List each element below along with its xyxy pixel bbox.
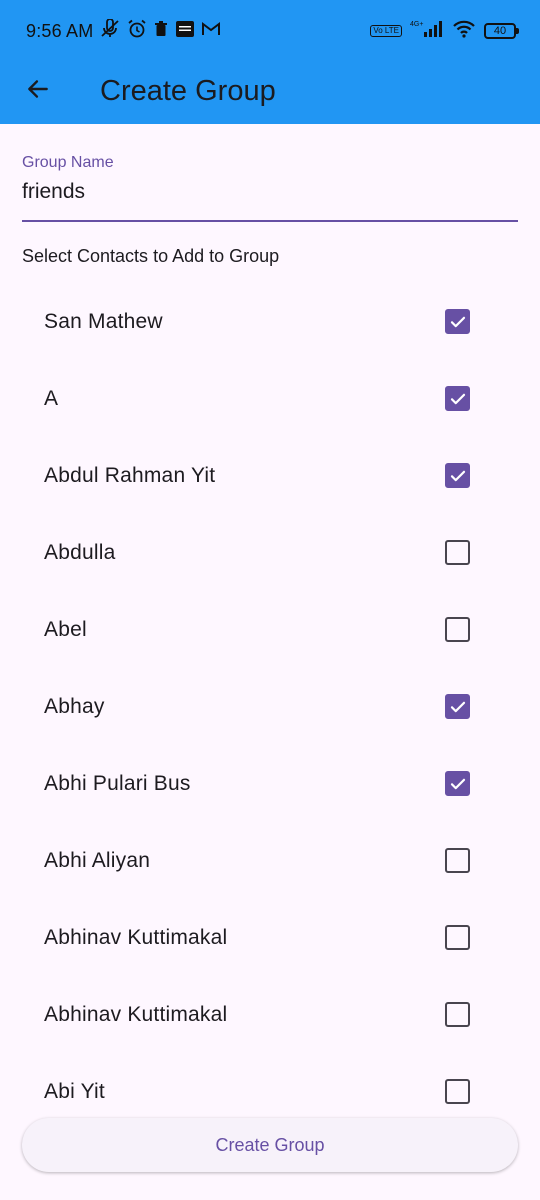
contact-row[interactable]: Abhi Aliyan — [22, 822, 518, 899]
contact-row[interactable]: San Mathew — [22, 283, 518, 360]
gmail-icon — [201, 21, 221, 41]
section-label: Select Contacts to Add to Group — [22, 246, 280, 266]
contact-row[interactable]: Abhinav Kuttimakal — [22, 976, 518, 1053]
contact-name: Abhinav Kuttimakal — [44, 1002, 228, 1026]
status-bar: 9:56 AM Vo LTE 4G+ 40 — [0, 0, 540, 58]
contact-name: A — [44, 386, 59, 410]
contact-row[interactable]: Abdul Rahman Yit — [22, 437, 518, 514]
contact-checkbox[interactable] — [445, 771, 470, 796]
contact-name: Abi Yit — [44, 1079, 105, 1103]
checkmark-icon — [450, 778, 465, 789]
contact-row[interactable]: Abel — [22, 591, 518, 668]
create-group-button[interactable]: Create Group — [22, 1118, 518, 1172]
contact-row[interactable]: Abdulla — [22, 514, 518, 591]
contact-name: Abhi Pulari Bus — [44, 771, 191, 795]
contact-name: Abdul Rahman Yit — [44, 463, 216, 487]
contact-checkbox[interactable] — [445, 309, 470, 334]
group-name-label: Group Name — [22, 154, 114, 171]
alarm-icon — [127, 19, 147, 43]
contact-name: Abel — [44, 617, 87, 641]
checkmark-icon — [450, 701, 465, 712]
delete-icon — [153, 20, 169, 42]
contact-name: Abhay — [44, 694, 105, 718]
contact-row[interactable]: Abhinav Kuttimakal — [22, 899, 518, 976]
contact-checkbox[interactable] — [445, 694, 470, 719]
contact-checkbox[interactable] — [445, 386, 470, 411]
contact-row[interactable]: Abhay — [22, 668, 518, 745]
battery-icon: 40 — [484, 23, 519, 39]
contact-name: Abdulla — [44, 540, 116, 564]
news-app-icon — [175, 20, 195, 42]
back-button[interactable] — [10, 63, 66, 119]
arrow-back-icon — [25, 76, 51, 107]
contact-checkbox[interactable] — [445, 463, 470, 488]
contact-checkbox[interactable] — [445, 540, 470, 565]
contact-checkbox[interactable] — [445, 848, 470, 873]
checkmark-icon — [450, 316, 465, 327]
group-name-field[interactable]: Group Name — [22, 150, 518, 222]
volte-badge: Vo LTE — [370, 25, 402, 37]
contact-name: Abhi Aliyan — [44, 848, 151, 872]
contact-row[interactable]: A — [22, 360, 518, 437]
contact-list: San Mathew A Abdul Rahman Yit Abdulla Abel Ab… — [22, 283, 518, 1130]
contact-name: San Mathew — [44, 309, 163, 333]
app-bar: 9:56 AM Vo LTE 4G+ 40 Create Group — [0, 0, 540, 124]
muted-mic-icon — [99, 18, 121, 43]
contact-checkbox[interactable] — [445, 1002, 470, 1027]
group-name-input[interactable] — [22, 180, 518, 204]
toolbar: Create Group — [0, 58, 540, 124]
checkmark-icon — [450, 470, 465, 481]
contact-checkbox[interactable] — [445, 1079, 470, 1104]
contact-name: Abhinav Kuttimakal — [44, 925, 228, 949]
page-title: Create Group — [100, 74, 276, 107]
network-type-label: 4G+ — [410, 21, 423, 28]
contact-checkbox[interactable] — [445, 617, 470, 642]
contact-row[interactable]: Abhi Pulari Bus — [22, 745, 518, 822]
checkmark-icon — [450, 393, 465, 404]
wifi-icon — [452, 20, 476, 42]
contact-checkbox[interactable] — [445, 925, 470, 950]
status-time: 9:56 AM — [26, 20, 94, 41]
signal-icon: 4G+ — [410, 19, 444, 43]
